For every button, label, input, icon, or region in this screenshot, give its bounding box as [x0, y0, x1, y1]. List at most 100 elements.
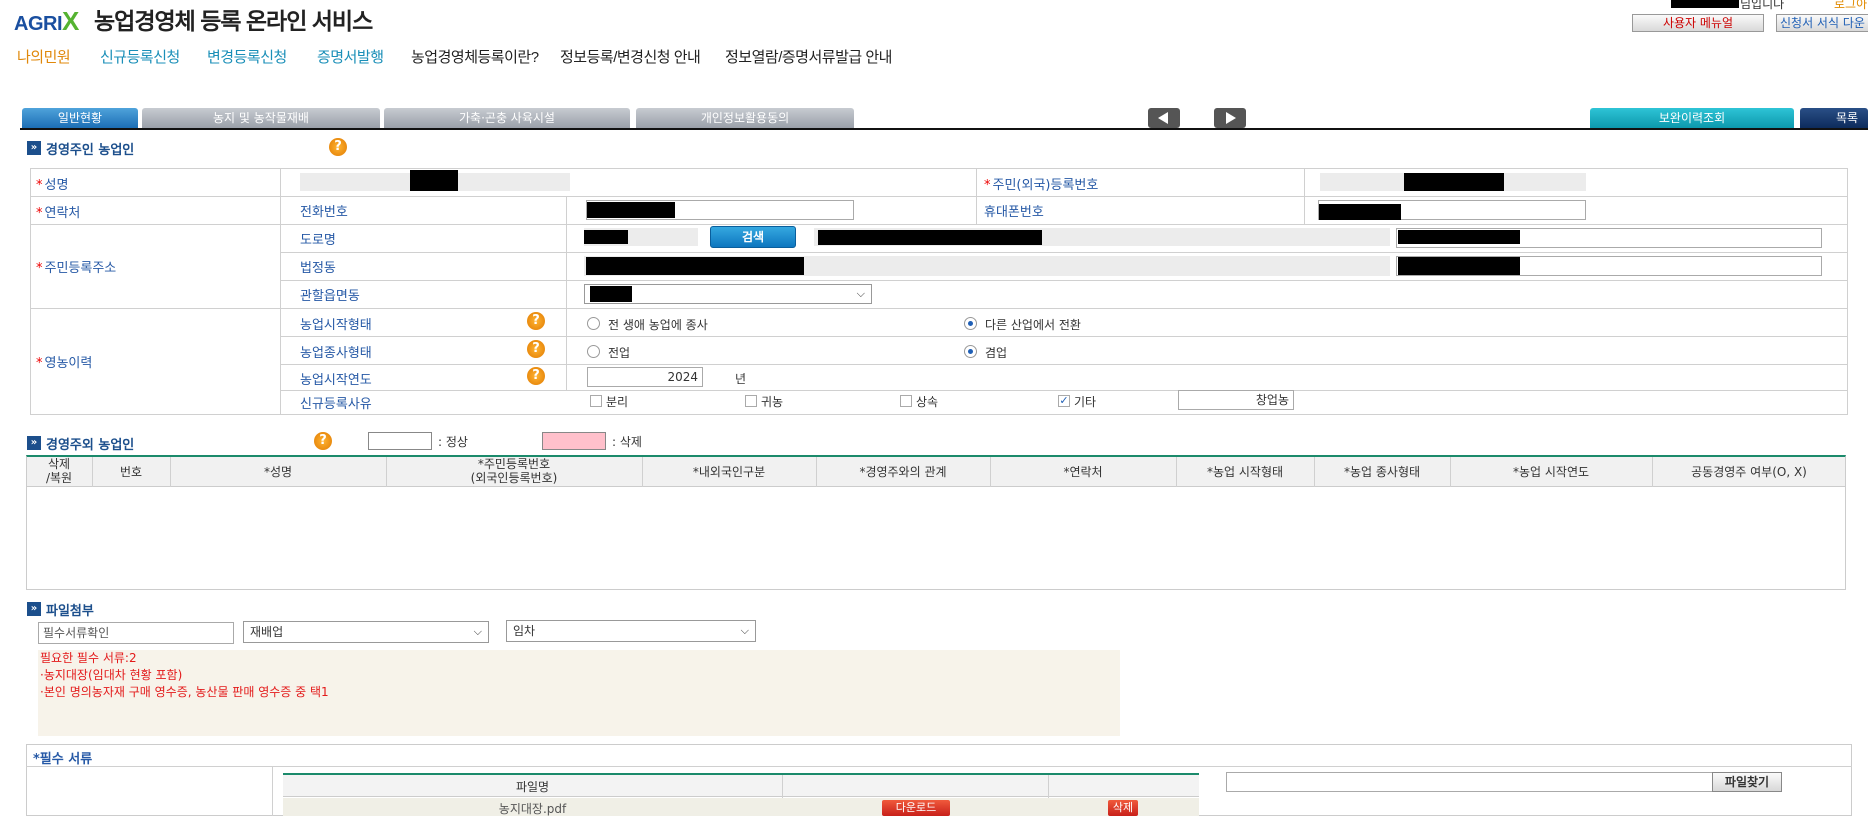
download-button[interactable]: 다운로드: [882, 800, 950, 816]
name-label: 성명: [36, 174, 69, 193]
reason-checkbox-other[interactable]: ✓: [1058, 395, 1070, 407]
col-start-type: *농업 시작형태: [1206, 465, 1284, 479]
tab-underline: [20, 128, 1868, 130]
phone-label: 전화번호: [300, 205, 348, 220]
legend-deleted-label: : 삭제: [612, 435, 642, 449]
chevron-down-icon: ⌵: [856, 287, 865, 300]
section-files-title: 파일첨부: [46, 604, 94, 619]
land-type-select[interactable]: 임차 ⌵: [506, 620, 756, 642]
list-button[interactable]: 목록: [1800, 108, 1868, 128]
help-icon[interactable]: ?: [527, 367, 545, 385]
col-divider: [280, 168, 281, 415]
reason-label: 신규등록사유: [300, 397, 372, 412]
section-owner-title: 경영주인 농업인: [46, 143, 135, 158]
row-divider: [280, 224, 1848, 225]
tab-livestock[interactable]: 가축·곤충 사육시설: [384, 108, 630, 128]
help-icon[interactable]: ?: [527, 312, 545, 330]
legend-normal-label: : 정상: [438, 435, 468, 449]
work-type-radio-full[interactable]: [587, 345, 600, 358]
legend-normal-swatch: [368, 432, 432, 450]
nav-info-guide[interactable]: 정보등록/변경신청 안내: [560, 46, 701, 67]
notice-line: 필요한 필수 서류:2: [40, 651, 137, 665]
reason-other-input[interactable]: 창업농: [1178, 390, 1294, 410]
col-name: *성명: [263, 465, 293, 479]
row-divider: [30, 224, 280, 225]
redacted-user-name: [1671, 0, 1739, 8]
arrow-right-icon: [1226, 112, 1236, 124]
help-icon[interactable]: ?: [329, 138, 347, 156]
start-type-label: 농업시작형태: [300, 318, 372, 333]
col-nationality: *내외국인구분: [692, 465, 766, 479]
redacted-legal-dong: [586, 257, 804, 275]
reason-checkbox-return[interactable]: [745, 395, 757, 407]
row-divider: [30, 196, 1848, 197]
nav-change-registration[interactable]: 변경등록신청: [207, 46, 287, 67]
notice-line: ·농지대장(임대차 현황 포함): [40, 668, 183, 682]
nav-certificate[interactable]: 증명서발행: [317, 46, 384, 67]
row-divider: [280, 364, 1848, 365]
logo-text: AGRI: [14, 13, 63, 35]
agrix-logo[interactable]: AGRIX: [14, 6, 79, 37]
user-manual-button[interactable]: 사용자 메뉴얼: [1632, 14, 1764, 32]
road-label: 도로명: [300, 233, 336, 248]
prev-button[interactable]: [1148, 108, 1180, 128]
tab-general[interactable]: 일반현황: [22, 108, 138, 128]
required-docs-notice: 필요한 필수 서류:2 ·농지대장(임대차 현황 포함) ·본인 명의농자재 구…: [38, 650, 1120, 736]
reason-opt-return: 귀농: [761, 395, 784, 409]
col-contact: *연락처: [1063, 465, 1103, 479]
chevron-down-icon: ⌵: [740, 624, 749, 637]
reason-opt-separate: 분리: [606, 395, 629, 409]
col-number: 번호: [119, 465, 143, 479]
farming-history-label: 영농이력: [36, 352, 93, 371]
required-doc-check-field[interactable]: 필수서류확인: [38, 622, 234, 644]
section-arrow-icon: »: [27, 602, 41, 616]
col-co-owner: 공동경영주 여부(O, X): [1691, 465, 1807, 479]
address-search-button[interactable]: 검색: [710, 226, 796, 248]
nav-new-registration[interactable]: 신규등록신청: [100, 46, 180, 67]
tab-farmland[interactable]: 농지 및 농작물재배: [142, 108, 380, 128]
form-download-button[interactable]: 신청서 서식 다운: [1776, 14, 1868, 32]
start-type-radio-lifetime[interactable]: [587, 317, 600, 330]
row-divider: [280, 252, 1848, 253]
next-button[interactable]: [1214, 108, 1246, 128]
arrow-left-icon: [1158, 112, 1168, 124]
redacted-address-detail: [1398, 230, 1520, 244]
start-year-input[interactable]: 2024: [587, 367, 703, 387]
nav-about[interactable]: 농업경영체등록이란?: [411, 46, 539, 67]
greeting-text: 님입니다: [1740, 0, 1785, 11]
nav-my-requests[interactable]: 나의민원: [17, 46, 71, 67]
file-name-value: 농지대장.pdf: [498, 802, 567, 816]
col-divider: [976, 168, 977, 224]
find-file-button[interactable]: 파일찾기: [1712, 772, 1782, 792]
delete-file-button[interactable]: 삭제: [1108, 800, 1138, 816]
mobile-label: 휴대폰번호: [984, 205, 1044, 220]
col-delete-restore: 삭제 /복원: [45, 457, 73, 485]
start-year-label: 농업시작연도: [300, 373, 372, 388]
reason-opt-inherit: 상속: [916, 395, 939, 409]
business-type-select[interactable]: 재배업 ⌵: [243, 621, 489, 643]
row-divider: [280, 390, 1848, 391]
help-icon[interactable]: ?: [527, 340, 545, 358]
redacted-zip: [584, 230, 628, 244]
redacted-name: [410, 170, 458, 191]
col-relation: *경영주와의 관계: [859, 465, 947, 479]
jurisdiction-label: 관할읍면동: [300, 289, 360, 304]
tab-privacy[interactable]: 개인정보활용동의: [636, 108, 854, 128]
file-path-input[interactable]: [1226, 772, 1714, 792]
legend-deleted-swatch: [542, 432, 606, 450]
row-divider: [26, 766, 1852, 767]
redacted-legal-dong-detail: [1398, 257, 1520, 275]
contact-label: 연락처: [36, 202, 81, 221]
reason-checkbox-separate[interactable]: [590, 395, 602, 407]
history-button[interactable]: 보완이력조회: [1590, 108, 1794, 128]
start-type-radio-transition[interactable]: [964, 317, 977, 330]
redacted-rrn: [1404, 173, 1504, 191]
reason-checkbox-inherit[interactable]: [900, 395, 912, 407]
redacted-jurisdiction: [590, 286, 632, 302]
nav-view-guide[interactable]: 정보열람/증명서류발급 안내: [725, 46, 892, 67]
col-start-year: *농업 시작연도: [1512, 465, 1590, 479]
work-type-label: 농업종사형태: [300, 346, 372, 361]
help-icon[interactable]: ?: [314, 432, 332, 450]
chevron-down-icon: ⌵: [473, 625, 482, 638]
work-type-radio-part[interactable]: [964, 345, 977, 358]
